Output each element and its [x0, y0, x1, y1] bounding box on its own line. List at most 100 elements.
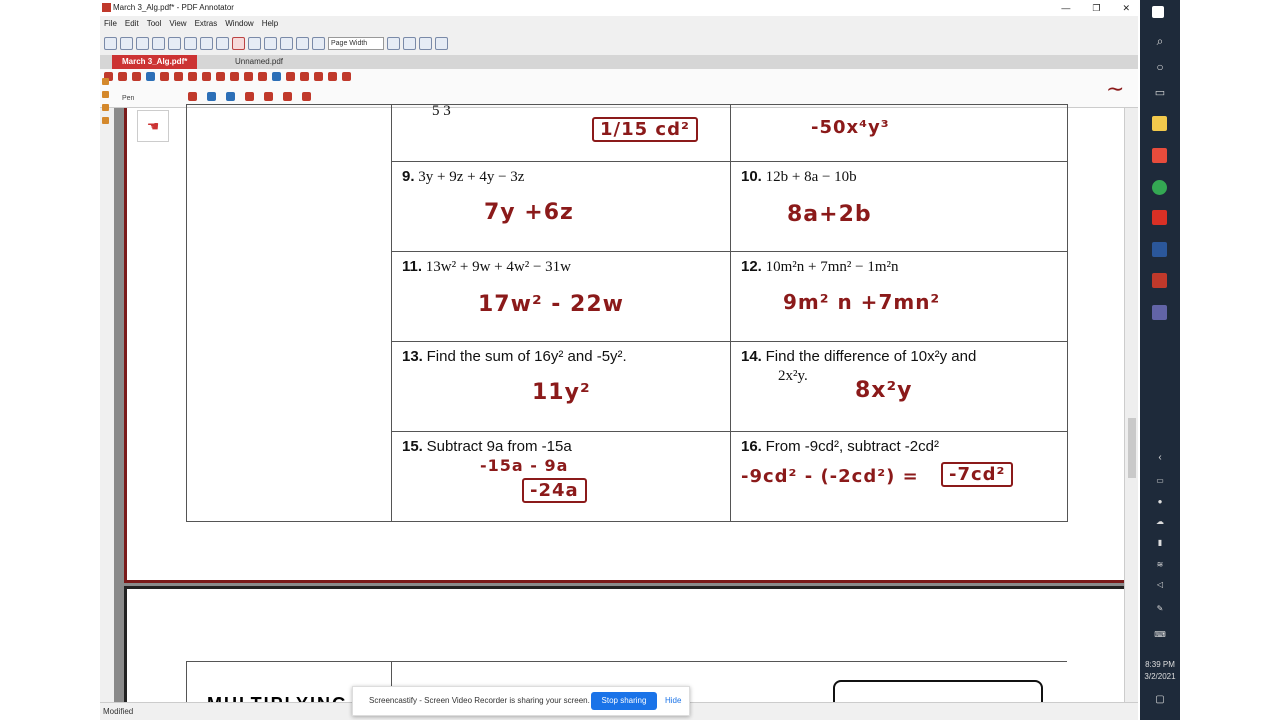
open-icon[interactable] [120, 36, 133, 50]
notification-icon[interactable]: ▢ [1140, 694, 1180, 705]
teams-icon[interactable] [1152, 305, 1167, 320]
close-icon[interactable]: ✕ [1122, 0, 1130, 16]
stamp-tool-icon[interactable] [258, 72, 267, 81]
fit-page-icon[interactable] [296, 36, 309, 50]
redo-icon[interactable] [264, 36, 277, 50]
problem-16-text: 16. From -9cd², subtract -2cd² [741, 438, 939, 455]
arrow-tool-icon[interactable] [216, 72, 225, 81]
delete-icon[interactable] [232, 36, 245, 50]
windows-start-icon[interactable] [1152, 6, 1164, 18]
side-pen-icon[interactable] [102, 78, 109, 85]
keyboard-icon[interactable]: ⌨ [1140, 630, 1180, 639]
print-icon[interactable] [168, 36, 181, 50]
binoculars-icon[interactable] [280, 36, 293, 50]
chrome-icon[interactable] [1152, 180, 1167, 195]
squiggle-icon: ∼ [1106, 76, 1125, 101]
restore-icon[interactable]: ❐ [1092, 0, 1100, 16]
office-icon[interactable] [1152, 148, 1167, 163]
pdf-annotator-taskbar-icon[interactable] [1152, 273, 1167, 288]
problem-13-cell: 13. Find the sum of 16y² and -5y². 11y² [391, 341, 731, 432]
cortana-icon[interactable]: ○ [1140, 60, 1180, 74]
screencast-message: Screencastify - Screen Video Recorder is… [369, 696, 590, 705]
new-icon[interactable] [104, 36, 117, 50]
problem-10-text: 10. 12b + 8a − 10b [741, 168, 857, 185]
pdf-page[interactable]: ☚ 5 3 1/15 cd² -50x⁴y³ 9. 3y + 9z + 4y −… [124, 103, 1130, 583]
battery-icon[interactable]: ▮ [1140, 538, 1180, 547]
menu-file[interactable]: File [104, 16, 117, 32]
save-as-icon[interactable] [152, 36, 165, 50]
fullscreen-icon[interactable] [435, 36, 449, 50]
ellipse-tool-icon[interactable] [244, 72, 253, 81]
hand-cursor-icon[interactable]: ☚ [137, 110, 169, 142]
pen-width-icon[interactable] [207, 92, 216, 101]
brush-icon[interactable] [302, 92, 311, 101]
side-folder-icon[interactable] [102, 91, 109, 98]
zoom-out-icon[interactable] [312, 36, 325, 50]
menu-help[interactable]: Help [262, 16, 278, 32]
zoom-tool-icon[interactable] [132, 72, 141, 81]
zoom-select[interactable]: Page Width [328, 36, 385, 50]
undo-icon[interactable] [248, 36, 261, 50]
pen-tool-icon[interactable] [146, 72, 155, 81]
tab-unnamed[interactable]: Unnamed.pdf [225, 55, 293, 69]
clock-time[interactable]: 8:39 PM [1140, 660, 1180, 669]
wifi-icon[interactable]: ≋ [1140, 560, 1180, 569]
hand-tool-icon[interactable] [118, 72, 127, 81]
onedrive-icon[interactable]: ☁ [1140, 517, 1180, 526]
favorites-heart-icon[interactable] [342, 72, 351, 81]
rectangle-tool-icon[interactable] [230, 72, 239, 81]
search-icon[interactable]: ⌕ [1140, 34, 1180, 49]
hide-button[interactable]: Hide [665, 687, 681, 715]
continuous-page-icon[interactable] [419, 36, 433, 50]
file-explorer-icon[interactable] [1152, 116, 1167, 131]
chevron-up-icon[interactable]: ‹ [1140, 452, 1180, 463]
line-tool-icon[interactable] [202, 72, 211, 81]
save-icon[interactable] [136, 36, 149, 50]
link-tool-icon[interactable] [272, 72, 281, 81]
acrobat-icon[interactable] [1152, 210, 1167, 225]
scrollbar-thumb[interactable] [1128, 418, 1136, 478]
problem-14-cell: 14. Find the difference of 10x²y and 2x²… [730, 341, 1068, 432]
clock-date[interactable]: 3/2/2021 [1140, 672, 1180, 681]
eraser-icon[interactable] [174, 72, 183, 81]
pen-color-icon[interactable] [188, 92, 197, 101]
text-strike-icon[interactable] [283, 92, 292, 101]
screencastify-tray-icon[interactable]: ● [1140, 497, 1180, 506]
menu-tool[interactable]: Tool [147, 16, 162, 32]
text-format-icon[interactable] [245, 92, 254, 101]
zoom-in-icon[interactable] [387, 36, 401, 50]
crop-icon[interactable] [314, 72, 323, 81]
lasso-tool-icon[interactable] [286, 72, 295, 81]
copy-icon[interactable] [200, 36, 213, 50]
word-icon[interactable] [1152, 242, 1167, 257]
side-bookmark-icon[interactable] [102, 104, 109, 111]
image-insert-icon[interactable] [328, 72, 337, 81]
smooth-stroke-icon[interactable] [226, 92, 235, 101]
single-page-icon[interactable] [403, 36, 417, 50]
paste-icon[interactable] [216, 36, 229, 50]
volume-icon[interactable]: ◁ [1140, 580, 1180, 589]
menu-window[interactable]: Window [225, 16, 253, 32]
menu-extras[interactable]: Extras [195, 16, 218, 32]
highlighter-icon[interactable] [160, 72, 169, 81]
answer-fraction: 1/15 cd² [592, 117, 698, 142]
partial-problem-text: 5 3 [432, 103, 451, 119]
display-icon[interactable]: ▭ [1140, 476, 1180, 485]
problem-9-text: 9. 3y + 9z + 4y − 3z [402, 168, 525, 185]
document-view[interactable]: ☚ 5 3 1/15 cd² -50x⁴y³ 9. 3y + 9z + 4y −… [114, 103, 1130, 720]
side-attach-icon[interactable] [102, 117, 109, 124]
cut-icon[interactable] [184, 36, 197, 50]
pen-workspace-icon[interactable]: ✎ [1140, 604, 1180, 613]
task-view-icon[interactable]: ▭ [1140, 86, 1180, 99]
minimize-icon[interactable]: — [1061, 0, 1070, 16]
text-tool-icon[interactable] [188, 72, 197, 81]
camera-icon[interactable] [300, 72, 309, 81]
tab-march-3-alg[interactable]: March 3_Alg.pdf* [112, 55, 198, 69]
side-tools [100, 72, 112, 130]
menu-edit[interactable]: Edit [125, 16, 139, 32]
menu-view[interactable]: View [169, 16, 186, 32]
text-underline-icon[interactable] [264, 92, 273, 101]
prev-left-cell: 5 3 1/15 cd² [391, 103, 731, 162]
vertical-scrollbar[interactable] [1124, 108, 1138, 702]
stop-sharing-button[interactable]: Stop sharing [591, 692, 657, 710]
